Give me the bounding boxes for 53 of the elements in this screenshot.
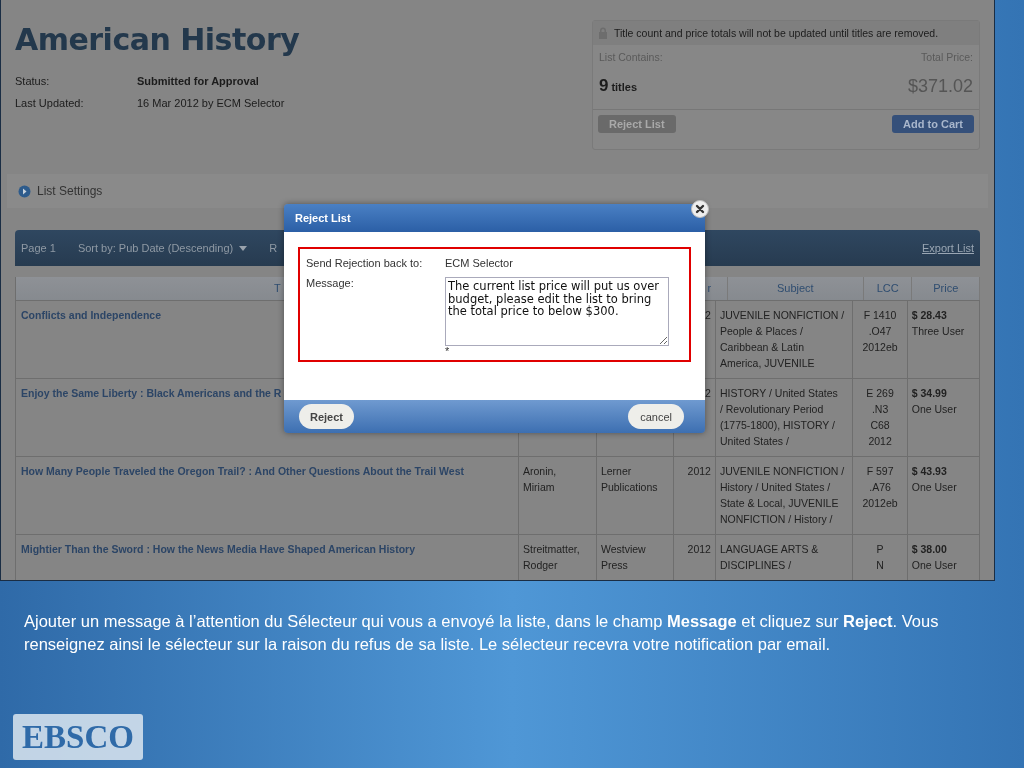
add-to-cart-button[interactable]: Add to Cart: [892, 115, 974, 133]
meta-value: 16 Mar 2012 by ECM Selector: [137, 97, 285, 111]
title-link[interactable]: Enjoy the Same Liberty : Black Americans and the R: [21, 387, 282, 399]
notice-text: Title count and price totals will not be updated until titles are removed.: [614, 27, 939, 39]
price-cell-text: $ 34.99 One User: [911, 386, 958, 417]
price-cell-text: $ 28.43 Three User: [911, 308, 966, 339]
publisher-cell-text: Westview Press: [600, 542, 647, 573]
title-link[interactable]: Conflicts and Independence: [21, 309, 162, 321]
close-icon[interactable]: [691, 200, 709, 218]
dialog-title: Reject List: [295, 212, 351, 224]
subject-cell-text: LANGUAGE ARTS & DISCIPLINES /: [719, 542, 820, 573]
lcc-cell-text: F 597 .A76 2012eb: [861, 464, 899, 511]
author-cell-text: Streitmatter, Rodger: [522, 542, 581, 573]
column-header: Price: [912, 277, 980, 300]
year-cell: 2: [705, 309, 711, 321]
message-label: Message:: [306, 277, 355, 291]
export-list-link[interactable]: Export List: [922, 242, 974, 254]
required-mark: *: [445, 346, 451, 356]
meta-label: Status:: [15, 75, 51, 89]
page-title: American History: [15, 22, 300, 57]
column-header: Subject: [727, 277, 864, 300]
recipient-label: Send Rejection back to:: [306, 257, 424, 269]
ebsco-logo: EBSCO: [13, 714, 143, 760]
author-cell-text: Aronin, Miriam: [522, 464, 558, 495]
price-cell-text: $ 38.00 One User: [911, 542, 958, 573]
meta-value: Submitted for Approval: [137, 75, 259, 89]
page-indicator: Page 1: [21, 242, 56, 254]
year-cell: 2012: [687, 465, 711, 477]
lcc-cell-text: F 1410 .O47 2012eb: [861, 308, 899, 355]
year-cell: 2: [705, 387, 711, 399]
list-settings-link[interactable]: List Settings: [37, 184, 103, 198]
toolbar-item[interactable]: R: [269, 242, 278, 254]
column-header: LCC: [863, 277, 913, 300]
price-cell-text: $ 43.93 One User: [911, 464, 958, 495]
subject-cell-text: JUVENILE NONFICTION / History / United States / State & Local, JUVENILE NONFICTION / History /: [719, 464, 846, 527]
title-link[interactable]: Mightier Than the Sword : How the News Media Have Shaped American History: [21, 543, 416, 555]
expand-icon[interactable]: [18, 184, 31, 198]
subject-cell-text: HISTORY / United States / Revolutionary Period (1775-1800), HISTORY / United States /: [719, 386, 839, 449]
publisher-cell-text: Lerner Publications: [600, 464, 659, 495]
caret-icon: [239, 245, 248, 251]
subject-cell-text: JUVENILE NONFICTION / People & Places / Caribbean & Latin America, JUVENILE: [719, 308, 846, 371]
caption-text: Ajouter un message à l’attention du Sélecteur qui vous a envoyé la liste, dans le champ Message et cliquez sur Reject. Vous renseignez ainsi le sélecteur sur la raison du refus de sa liste. Le sélecteur recevra votre notification par email.: [24, 611, 940, 655]
meta-label: Last Updated:: [15, 97, 85, 111]
recipient-value: ECM Selector: [445, 257, 513, 269]
lcc-cell-text: P N: [875, 542, 885, 573]
reject-button[interactable]: Reject: [299, 404, 355, 429]
sort-dropdown[interactable]: Sort by: Pub Date (Descending): [77, 242, 248, 254]
cancel-button[interactable]: cancel: [628, 404, 684, 429]
title-link[interactable]: How Many People Traveled the Oregon Trail? : And Other Questions About the Trail West: [21, 465, 464, 477]
lcc-cell-text: E 269 .N3 C68 2012: [865, 386, 895, 449]
year-cell: 2012: [687, 543, 711, 555]
message-field[interactable]: The current list price will put us over budget, please edit the list to bring the total price to below $300.: [445, 277, 669, 346]
title-count: 9 titles: [599, 76, 638, 96]
